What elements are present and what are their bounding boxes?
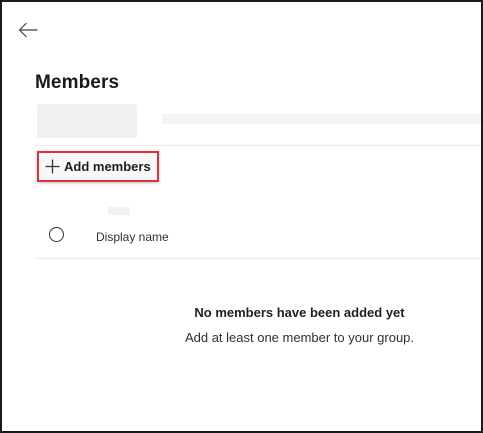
background-placeholder xyxy=(37,104,137,138)
background-placeholder xyxy=(162,114,481,124)
page-title: Members xyxy=(35,72,120,93)
arrow-left-icon xyxy=(18,22,38,38)
empty-state-title: No members have been added yet xyxy=(194,305,405,320)
background-placeholder xyxy=(108,207,130,215)
empty-state-subtitle: Add at least one member to your group. xyxy=(184,330,415,345)
divider xyxy=(35,145,481,146)
members-panel: Members Add members Display name No memb… xyxy=(0,0,483,433)
table-header-row: Display name xyxy=(35,222,481,258)
column-header-display-name[interactable]: Display name xyxy=(96,230,169,244)
add-members-button[interactable]: Add members xyxy=(37,151,159,182)
plus-icon xyxy=(44,159,60,175)
table-header-divider xyxy=(35,258,481,259)
select-all-radio[interactable] xyxy=(49,227,64,242)
add-members-label: Add members xyxy=(64,159,151,174)
back-button[interactable] xyxy=(16,18,40,42)
